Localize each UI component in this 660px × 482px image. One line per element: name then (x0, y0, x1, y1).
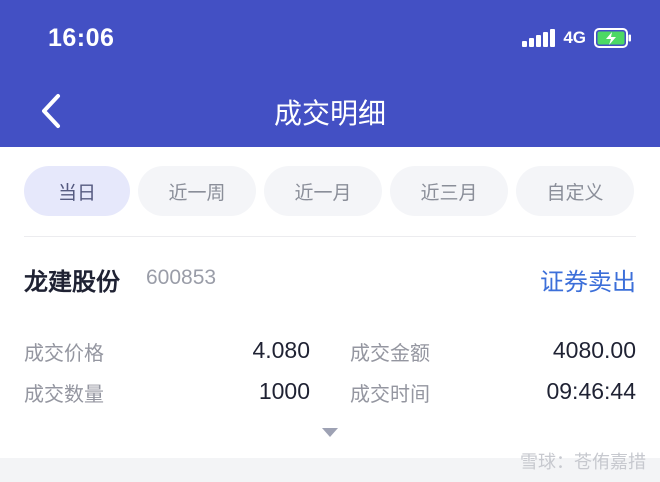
time-label: 成交时间 (350, 382, 430, 406)
time-value: 09:46:44 (546, 378, 636, 404)
tab-last-three-months[interactable]: 近三月 (390, 166, 508, 216)
watermark-text: 雪球：苍侑嘉措 (520, 452, 646, 473)
amount-label: 成交金额 (350, 341, 430, 365)
network-type: 4G (563, 28, 586, 47)
tab-custom[interactable]: 自定义 (516, 166, 634, 216)
trade-type: 证券卖出 (540, 268, 636, 296)
price-value: 4.080 (252, 337, 310, 363)
status-time: 16:06 (48, 24, 115, 52)
amount-value: 4080.00 (552, 337, 636, 363)
stock-name: 龙建股份 (24, 268, 120, 296)
tab-last-month[interactable]: 近一月 (264, 166, 382, 216)
tab-today[interactable]: 当日 (24, 166, 130, 216)
period-tabs: 当日 近一周 近一月 近三月 自定义 (24, 166, 634, 216)
signal-icon (522, 29, 556, 47)
page-title: 成交明细 (273, 97, 386, 130)
status-indicators: 4G (522, 28, 632, 48)
quantity-value: 1000 (258, 378, 310, 404)
tab-last-week[interactable]: 近一周 (138, 166, 256, 216)
battery-charging-icon (594, 28, 631, 48)
divider (24, 236, 636, 237)
stock-code: 600853 (146, 266, 217, 289)
expand-caret-icon[interactable] (322, 428, 338, 437)
app-header: 16:06 4G 成交明细 (0, 0, 660, 147)
price-label: 成交价格 (24, 341, 104, 365)
watermark: 雪球：苍侑嘉措 (520, 448, 646, 474)
quantity-label: 成交数量 (24, 382, 104, 406)
